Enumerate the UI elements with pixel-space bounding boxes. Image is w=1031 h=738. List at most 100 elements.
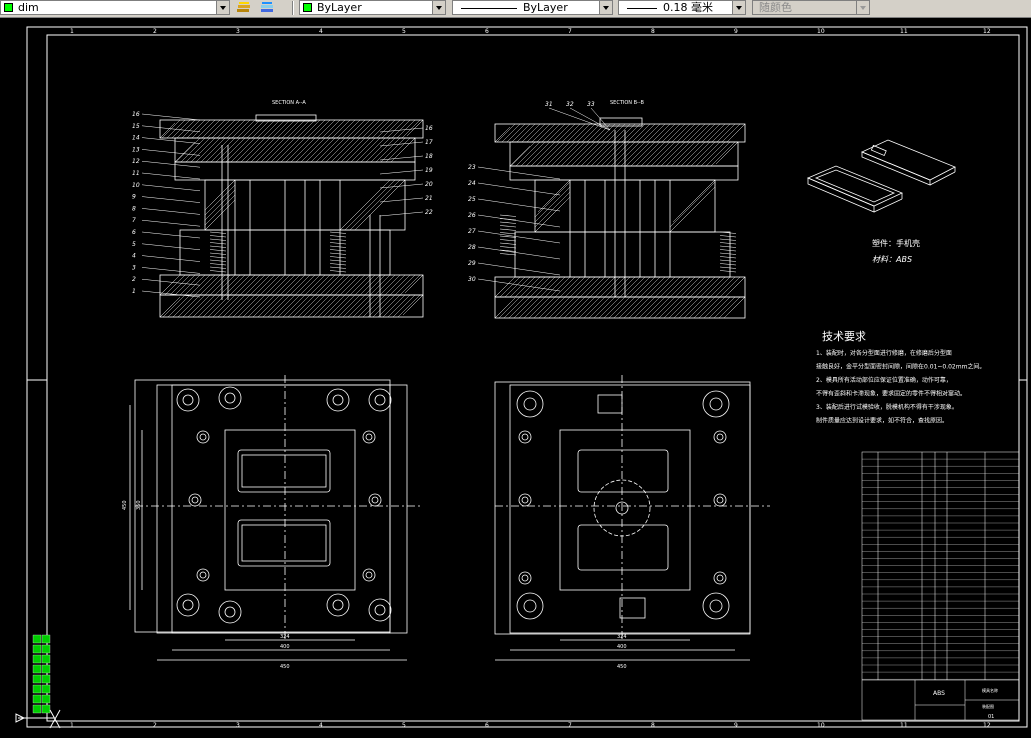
column-number: 9: [734, 722, 738, 729]
callout-number: 1: [132, 288, 136, 295]
column-number: 9: [734, 28, 738, 35]
column-number: 1: [70, 28, 74, 35]
callout-number: 23: [468, 164, 476, 171]
color-combo[interactable]: ByLayer: [299, 0, 446, 15]
callout-number: 19: [425, 167, 433, 174]
column-number: 2: [153, 28, 157, 35]
section-bb-hatch: [494, 123, 746, 319]
tech-requirements: 1、装配时，对各分型面进行修磨，在修磨后分型面接触良好，金平分型面密封间隙，间隙…: [816, 349, 985, 425]
callout-number: 31: [545, 101, 553, 108]
color-swatch: [303, 3, 312, 12]
callout-number: 33: [587, 101, 595, 108]
svg-text:ABS: ABS: [933, 690, 945, 697]
part-callouts: 1615141312111098765432116171819202122232…: [132, 101, 595, 295]
tech-requirement-line: 制件质量应达到设计要求，如不符合，查找原因。: [816, 417, 948, 425]
callout-number: 8: [132, 205, 136, 212]
bill-of-materials: [861, 451, 1020, 721]
callout-number: 9: [132, 194, 136, 201]
tech-requirement-line: 不得有歪斜和卡滞现象，要求固定的零件不得相对窜动。: [816, 390, 966, 398]
dimstyle-value: dim: [18, 1, 39, 14]
tech-requirement-line: 2、模具所有活动部位应保证位置准确，动作可靠，: [816, 376, 952, 384]
toolbar-separator: [292, 1, 294, 15]
callout-number: 3: [132, 264, 136, 271]
bom-rows: [862, 458, 1019, 680]
callout-number: 16: [425, 125, 433, 132]
chevron-down-icon[interactable]: [432, 1, 445, 14]
svg-text:400: 400: [280, 644, 290, 650]
callout-number: 10: [132, 182, 140, 189]
column-number: 4: [319, 722, 323, 729]
leader-lines: [141, 107, 611, 298]
layer-previous-icon[interactable]: [258, 0, 276, 16]
column-number: 6: [485, 28, 489, 35]
column-number: 12: [983, 722, 991, 729]
column-number: 8: [651, 28, 655, 35]
svg-text:450: 450: [122, 500, 128, 510]
section-aa-hatch: [159, 119, 424, 318]
column-number: 2: [153, 722, 157, 729]
column-number: 1: [70, 722, 74, 729]
tech-title: 技术要求: [822, 330, 866, 343]
linetype-value: ByLayer: [523, 1, 568, 14]
part-name: 塑件：手机壳: [872, 238, 920, 248]
properties-toolbar: dim ByLayer ByLayer 0.18 毫米 随颜色: [0, 0, 1031, 18]
column-number: 7: [568, 28, 572, 35]
column-number: 3: [236, 28, 240, 35]
column-number: 6: [485, 722, 489, 729]
column-number: 12: [983, 28, 991, 35]
title-block: ABS 模具名称 装配图 01: [933, 687, 998, 720]
drawing-canvas[interactable]: 112233445566778899101011111212 SECTION A…: [0, 17, 1031, 736]
layer-states-icon[interactable]: [235, 0, 253, 16]
ucs-icon: [14, 708, 64, 738]
chevron-down-icon[interactable]: [732, 1, 745, 14]
tech-requirement-line: 接触良好，金平分型面密封间隙，间隙在0.01~0.02mm之间。: [816, 363, 985, 371]
dimstyle-combo[interactable]: dim: [0, 0, 230, 15]
dimension-text: 324 400 450 324 400 450 450 350: [122, 500, 627, 670]
svg-text:01: 01: [988, 714, 994, 720]
plotstyle-value: 随颜色: [759, 1, 792, 14]
linetype-preview: [461, 8, 517, 9]
callout-number: 18: [425, 153, 433, 160]
callout-number: 27: [468, 228, 476, 235]
svg-text:324: 324: [280, 634, 290, 640]
plan-view-fixed: [129, 375, 420, 661]
svg-text:400: 400: [617, 644, 627, 650]
chevron-down-icon[interactable]: [216, 1, 229, 14]
column-number: 8: [651, 722, 655, 729]
callout-number: 29: [468, 260, 476, 267]
dimstyle-color-swatch: [4, 3, 13, 12]
svg-text:装配图: 装配图: [982, 703, 994, 709]
tech-requirement-line: 1、装配时，对各分型面进行修磨，在修磨后分型面: [816, 349, 952, 357]
callout-number: 5: [132, 241, 136, 248]
plotstyle-combo: 随颜色: [752, 0, 870, 15]
callout-number: 14: [132, 135, 140, 142]
svg-text:350: 350: [136, 500, 142, 510]
section-bb-label: SECTION B--B: [610, 100, 644, 106]
section-aa-label: SECTION A--A: [272, 100, 306, 106]
callout-number: 28: [468, 244, 476, 251]
column-number: 10: [817, 28, 825, 35]
callout-number: 13: [132, 146, 140, 153]
callout-number: 6: [132, 229, 136, 236]
column-number: 3: [236, 722, 240, 729]
callout-number: 21: [425, 195, 433, 202]
callout-number: 20: [425, 181, 433, 188]
column-number: 5: [402, 722, 406, 729]
svg-text:450: 450: [617, 664, 627, 670]
lineweight-preview: [627, 8, 657, 9]
section-bb-view: [494, 117, 746, 319]
column-number: 11: [900, 722, 908, 729]
callout-number: 2: [132, 276, 136, 283]
chevron-down-icon: [856, 1, 869, 14]
chevron-down-icon[interactable]: [599, 1, 612, 14]
column-number: 10: [817, 722, 825, 729]
linetype-combo[interactable]: ByLayer: [452, 0, 613, 15]
callout-number: 22: [425, 209, 433, 216]
callout-number: 12: [132, 158, 140, 165]
tech-requirement-line: 3、装配后进行试模验收，脱模机构不得有干涉现象。: [816, 403, 958, 411]
lineweight-combo[interactable]: 0.18 毫米: [618, 0, 746, 15]
callout-number: 16: [132, 111, 140, 118]
svg-text:模具名称: 模具名称: [982, 687, 998, 693]
column-number: 5: [402, 28, 406, 35]
color-value: ByLayer: [317, 1, 362, 14]
